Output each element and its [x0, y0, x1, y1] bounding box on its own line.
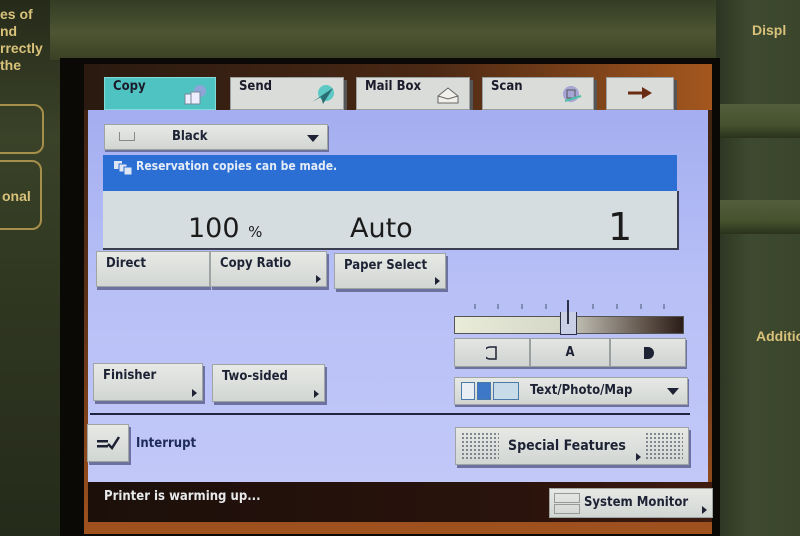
- button-label: Finisher: [103, 368, 157, 383]
- ratio-number: 100: [188, 213, 240, 244]
- button-label: Two-sided: [222, 369, 288, 384]
- button-label: Direct: [106, 256, 146, 271]
- special-features-button[interactable]: Special Features: [455, 427, 689, 465]
- bezel-button-label: onal: [2, 188, 31, 204]
- bezel-hardware-button[interactable]: [0, 104, 44, 154]
- density-tick: [521, 304, 523, 309]
- auto-density-label: A: [565, 345, 575, 360]
- submenu-arrow-icon: [702, 506, 707, 514]
- two-sided-button[interactable]: Two-sided: [212, 364, 325, 402]
- scan-icon: [563, 86, 582, 102]
- tab-more-arrow[interactable]: [606, 77, 674, 110]
- bezel-display-label: Displ: [752, 22, 787, 38]
- paper-size-value: Auto: [350, 213, 413, 244]
- system-monitor-button[interactable]: System Monitor: [549, 488, 713, 518]
- submenu-arrow-icon: [314, 390, 319, 398]
- button-label: Special Features: [508, 438, 626, 454]
- chevron-down-icon: [307, 135, 319, 142]
- tab-mail-box[interactable]: Mail Box: [356, 77, 470, 110]
- original-type-value: Text/Photo/Map: [530, 383, 633, 398]
- ratio-unit: %: [248, 223, 263, 241]
- status-message: Printer is warming up...: [104, 489, 261, 504]
- color-mode-value: Black: [172, 129, 208, 144]
- tab-label: Send: [239, 79, 273, 94]
- copy-icon: [184, 85, 206, 105]
- bezel-hardware-button[interactable]: onal: [0, 160, 42, 230]
- finisher-button[interactable]: Finisher: [93, 363, 203, 401]
- bezel-line: rrectly: [0, 40, 43, 56]
- density-tick: [474, 304, 476, 309]
- submenu-arrow-icon: [316, 275, 321, 283]
- density-tick: [640, 304, 642, 309]
- tab-send[interactable]: Send: [230, 77, 344, 110]
- tab-label: Copy: [113, 79, 146, 94]
- interrupt-label: Interrupt: [136, 436, 197, 451]
- darker-half-circle-icon: [644, 346, 654, 359]
- system-monitor-icon-lower: [554, 504, 580, 514]
- density-tick: [663, 304, 665, 309]
- message-text: Reservation copies can be made.: [136, 159, 338, 173]
- copy-count-value: 1: [608, 205, 633, 249]
- interrupt-button[interactable]: [87, 424, 129, 462]
- submenu-arrow-icon: [636, 453, 641, 461]
- message-bar: Reservation copies can be made.: [103, 155, 677, 191]
- lighter-half-circle-icon: [483, 345, 497, 360]
- photo-portrait-icon: [477, 382, 491, 400]
- arrow-right-icon: [628, 87, 652, 99]
- paper-select-button[interactable]: Paper Select: [334, 253, 446, 289]
- printer-bezel-right: [716, 0, 800, 536]
- density-tick: [545, 304, 547, 309]
- copy-ratio-button[interactable]: Copy Ratio: [210, 251, 327, 287]
- bezel-line: the: [0, 57, 21, 73]
- bezel-additional-label: Additio: [756, 328, 800, 344]
- density-thumb-indicator: [567, 300, 569, 324]
- button-label: Paper Select: [344, 258, 428, 273]
- button-label: Copy Ratio: [220, 256, 292, 271]
- tab-label: Scan: [491, 79, 523, 94]
- density-tick: [497, 304, 499, 309]
- system-monitor-icon: [554, 493, 580, 503]
- original-type-dropdown[interactable]: Text/Photo/Map: [454, 377, 688, 405]
- copy-settings-display: 100 % Auto 1: [103, 191, 679, 250]
- paper-plane-icon: [312, 85, 334, 104]
- tab-label: Mail Box: [365, 79, 422, 94]
- submenu-arrow-icon: [435, 277, 440, 285]
- density-auto-button[interactable]: A: [530, 338, 610, 367]
- bezel-ledge: [712, 200, 800, 234]
- direct-button[interactable]: Direct: [96, 251, 210, 287]
- density-darker-button[interactable]: [610, 338, 686, 367]
- dot-pattern-decoration: [645, 432, 683, 460]
- dot-pattern-decoration: [461, 432, 499, 460]
- mailbox-tray-icon: [437, 87, 459, 104]
- bezel-line: nd: [0, 23, 18, 39]
- copy-ratio-value: 100 %: [188, 213, 262, 244]
- world-map-icon: [493, 382, 519, 400]
- density-tick: [616, 304, 618, 309]
- bezel-line: es of: [0, 6, 33, 22]
- bezel-instruction-text: es of nd rrectly the: [0, 6, 50, 74]
- interrupt-icon: [97, 436, 120, 450]
- printer-bezel-top: [50, 0, 740, 60]
- chevron-down-icon: [667, 388, 679, 395]
- bezel-ledge: [712, 104, 800, 138]
- text-document-icon: [461, 382, 475, 400]
- button-label: System Monitor: [584, 495, 689, 510]
- color-mode-dropdown[interactable]: Black: [104, 124, 328, 150]
- color-mode-swatch-icon: [119, 132, 135, 141]
- submenu-arrow-icon: [192, 389, 197, 397]
- copies-stack-icon: [114, 161, 133, 176]
- density-tick: [592, 304, 594, 309]
- density-lighter-button[interactable]: [454, 338, 530, 367]
- section-divider: [90, 413, 690, 415]
- tab-copy[interactable]: Copy: [104, 77, 216, 110]
- tab-scan[interactable]: Scan: [482, 77, 594, 110]
